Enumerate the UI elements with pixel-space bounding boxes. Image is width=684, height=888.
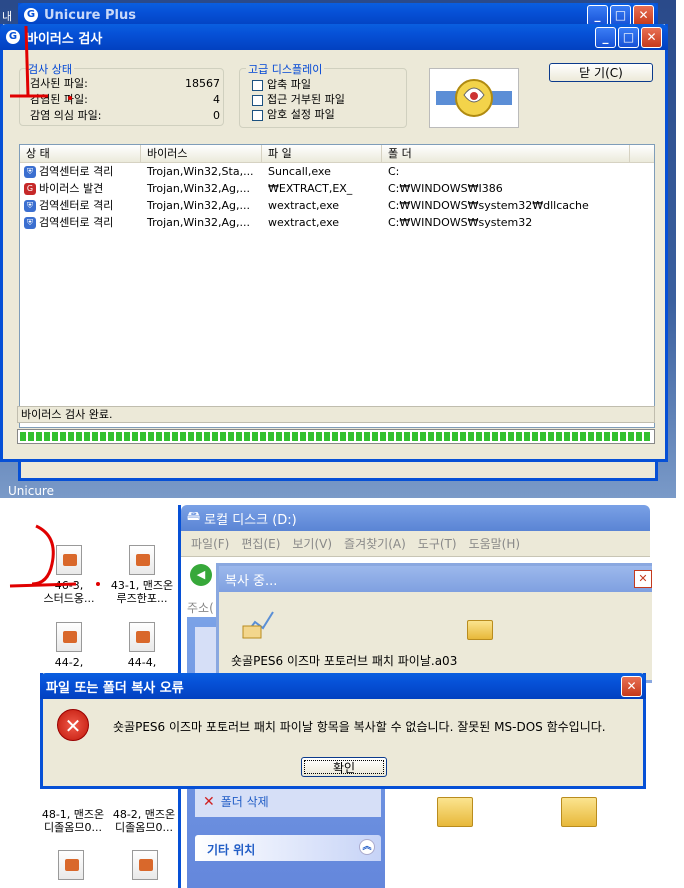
desktop-icon[interactable]: 43-1, 맨즈온 루즈한포... <box>106 545 178 605</box>
shield-icon: ⛨ <box>24 166 36 178</box>
error-dialog-title: 파일 또는 폴더 복사 오류 <box>46 680 184 696</box>
explorer-title: 로컬 디스크 (D:) <box>204 512 297 528</box>
access-denied-checkbox[interactable]: 접근 거부된 파일 <box>252 92 345 107</box>
copy-dialog-title: 복사 중... <box>225 573 278 589</box>
maximize-button[interactable]: □ <box>618 26 639 48</box>
desktop-icon[interactable]: 44-4, <box>106 622 178 669</box>
menu-help[interactable]: 도움말(H) <box>469 535 521 552</box>
collapse-chevron-icon[interactable]: ︽ <box>359 839 375 855</box>
progress-fill <box>20 432 652 441</box>
column-virus[interactable]: 바이러스 <box>141 145 262 162</box>
scan-dialog: G 바이러스 검사 _ □ ✕ 검사 상태 검사된 파일: 18567 감염된 파… <box>0 24 668 462</box>
list-header: 상 태 바이러스 파 일 폴 더 <box>20 145 654 163</box>
status-text: 바이러스 검사 완료. <box>17 406 655 423</box>
table-row[interactable]: G 바이러스 발견 Trojan,Win32,Ag,... ₩EXTRACT,EX… <box>20 180 654 197</box>
column-folder[interactable]: 폴 더 <box>382 145 630 162</box>
error-icon: ✕ <box>57 709 89 741</box>
desktop-icon[interactable]: 44-2, <box>38 622 100 669</box>
error-dialog-titlebar[interactable]: 파일 또는 폴더 복사 오류 ✕ <box>40 673 646 699</box>
bg-minimize-button[interactable]: _ <box>587 4 608 26</box>
scanner-logo-icon <box>429 68 519 128</box>
menu-favorites[interactable]: 즐겨찾기(A) <box>344 535 406 552</box>
bg-maximize-button[interactable]: □ <box>610 4 631 26</box>
bg-close-button[interactable]: ✕ <box>633 4 654 26</box>
file-icon[interactable] <box>132 850 158 880</box>
other-places-header[interactable]: 기타 위치 ︽ <box>195 835 381 861</box>
file-icon[interactable] <box>58 850 84 880</box>
table-row[interactable]: ⛨ 검역센터로 격리 Trojan,Win32,Ag,... wextract,e… <box>20 214 654 231</box>
menu-edit[interactable]: 편집(E) <box>241 535 280 552</box>
close-button[interactable]: ✕ <box>641 26 662 48</box>
unicure-logo-icon: G <box>24 8 38 22</box>
copy-dialog-titlebar[interactable]: 복사 중... ✕ <box>219 566 652 592</box>
progress-bar <box>17 429 655 444</box>
copy-dialog: 복사 중... ✕ 숏골PES6 이즈마 포토러브 패치 파이날.a03 <box>216 563 652 683</box>
copy-filename: 숏골PES6 이즈마 포토러브 패치 파이날.a03 <box>231 654 458 668</box>
error-dialog: 파일 또는 폴더 복사 오류 ✕ ✕ 숏골PES6 이즈마 포토러브 패치 파이… <box>40 673 646 789</box>
error-message: 숏골PES6 이즈마 포토러브 패치 파이날 항목을 복사할 수 없습니다. 잘… <box>113 720 606 734</box>
desktop-icon[interactable]: 48-2, 맨즈온 디졸옴므0... <box>108 808 180 834</box>
suspicious-files-row: 감염 의심 파일: 0 <box>30 109 220 122</box>
delete-folder-link[interactable]: ✕ 폴더 삭제 <box>203 793 269 810</box>
address-label: 주소( <box>187 601 214 615</box>
shield-icon: ⛨ <box>24 217 36 229</box>
list-body: ⛨ 검역센터로 격리 Trojan,Win32,Sta,... Suncall,e… <box>20 163 654 231</box>
destination-folder-icon <box>467 620 493 640</box>
menu-view[interactable]: 보기(V) <box>292 535 332 552</box>
compressed-files-checkbox[interactable]: 압축 파일 <box>252 77 345 92</box>
column-status[interactable]: 상 태 <box>20 145 141 162</box>
column-file[interactable]: 파 일 <box>262 145 382 162</box>
back-button[interactable]: ◀ <box>190 564 212 586</box>
scan-dialog-titlebar[interactable]: G 바이러스 검사 _ □ ✕ <box>0 24 668 50</box>
close-dialog-button[interactable]: 닫 기(C) <box>549 63 653 82</box>
desktop-icon[interactable]: 48-1, 맨즈온 디졸옴므0... <box>38 808 108 834</box>
results-list[interactable]: 상 태 바이러스 파 일 폴 더 ⛨ 검역센터로 격리 Trojan,Win32,… <box>19 144 655 428</box>
table-row[interactable]: ⛨ 검역센터로 격리 Trojan,Win32,Ag,... wextract,e… <box>20 197 654 214</box>
menu-tools[interactable]: 도구(T) <box>418 535 457 552</box>
red-annotation-bottom <box>9 524 100 588</box>
minimize-button[interactable]: _ <box>595 26 616 48</box>
flying-paper-icon <box>241 610 275 640</box>
password-files-checkbox[interactable]: 암호 설정 파일 <box>252 107 345 122</box>
copy-close-button[interactable]: ✕ <box>634 570 652 588</box>
unicure-label: Unicure <box>8 484 54 498</box>
shield-icon: ⛨ <box>24 200 36 212</box>
ok-button[interactable]: 확인 <box>301 757 387 777</box>
red-annotation-top <box>10 25 72 100</box>
bg-window-title: Unicure Plus <box>44 7 136 23</box>
table-row[interactable]: ⛨ 검역센터로 격리 Trojan,Win32,Sta,... Suncall,e… <box>20 163 654 180</box>
advanced-display-legend: 고급 디스플레이 <box>246 61 325 77</box>
explorer-menubar: 파일(F) 편집(E) 보기(V) 즐겨찾기(A) 도구(T) 도움말(H) <box>181 531 650 557</box>
delete-icon: ✕ <box>203 794 215 810</box>
menu-file[interactable]: 파일(F) <box>191 535 229 552</box>
virus-found-icon: G <box>24 183 36 195</box>
advanced-display-group: 고급 디스플레이 압축 파일 접근 거부된 파일 암호 설정 파일 <box>239 61 407 128</box>
explorer-titlebar[interactable]: 🖴 로컬 디스크 (D:) <box>181 505 650 531</box>
error-close-button[interactable]: ✕ <box>621 675 642 697</box>
folder-icon[interactable] <box>561 797 597 827</box>
folder-icon[interactable] <box>437 797 473 827</box>
drive-icon: 🖴 <box>187 509 201 524</box>
